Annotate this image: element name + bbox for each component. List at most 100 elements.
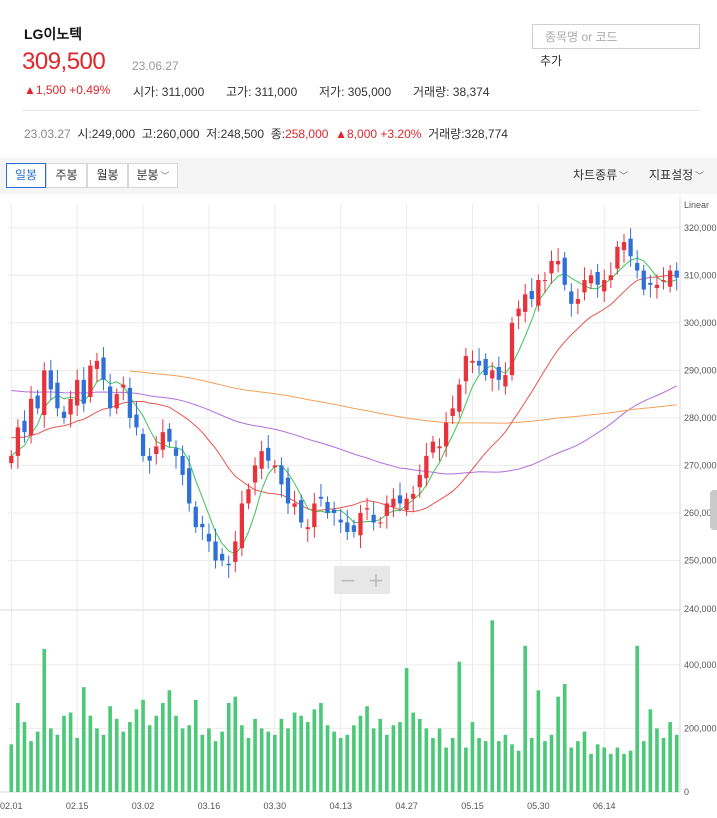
candle-body bbox=[68, 398, 73, 415]
volume-bar bbox=[29, 741, 33, 792]
tab-daily[interactable]: 일봉 bbox=[6, 163, 46, 188]
candle-body bbox=[206, 533, 212, 542]
volume-bar bbox=[431, 737, 435, 792]
volume-bar bbox=[101, 734, 106, 792]
candle-body bbox=[364, 508, 370, 510]
volume-bar bbox=[147, 725, 152, 792]
volume-bar bbox=[378, 718, 383, 792]
tab-minute[interactable]: 분봉 ﹀ bbox=[128, 163, 178, 188]
stock-chart[interactable]: Linear 320,000 310,000 300,000 290,000 280,00… bbox=[0, 198, 717, 818]
price-tick-label: 290,000 bbox=[684, 365, 717, 375]
candle-body bbox=[101, 357, 106, 380]
chart-type-label: 차트종류 bbox=[573, 168, 618, 182]
candle-body bbox=[483, 358, 488, 376]
candle-body bbox=[503, 375, 508, 387]
volume-bar bbox=[200, 734, 205, 792]
volume-bar bbox=[207, 728, 211, 792]
volume-bar bbox=[602, 747, 607, 792]
volume-bar bbox=[385, 734, 389, 792]
candle-body bbox=[338, 519, 343, 523]
candle-body bbox=[9, 455, 14, 464]
volume-bar bbox=[16, 703, 20, 792]
candle-body bbox=[397, 495, 403, 504]
candle-body bbox=[147, 455, 152, 461]
volume-bar bbox=[483, 741, 488, 792]
volume-bar bbox=[536, 690, 541, 792]
volume-bar bbox=[121, 731, 126, 792]
candle-body bbox=[318, 496, 324, 499]
volume-bar bbox=[345, 734, 350, 792]
candle-body bbox=[219, 553, 225, 561]
x-tick-label: 05.15 bbox=[461, 801, 484, 811]
volume-bar bbox=[628, 750, 633, 792]
volume-bar bbox=[279, 718, 284, 792]
candle-body bbox=[22, 420, 27, 433]
candle-body bbox=[272, 465, 277, 468]
prev-low: 저:248,500 bbox=[206, 127, 265, 141]
tab-weekly[interactable]: 주봉 bbox=[46, 163, 87, 188]
volume-bar bbox=[286, 728, 290, 792]
volume-bar bbox=[62, 715, 66, 792]
candle-body bbox=[121, 384, 126, 388]
volume-bar bbox=[332, 731, 336, 792]
volume-bar bbox=[371, 728, 376, 792]
prev-volume: 거래량:328,774 bbox=[428, 127, 508, 141]
prev-high: 고:260,000 bbox=[141, 127, 200, 141]
volume-bar bbox=[319, 703, 323, 792]
volume-bar bbox=[161, 703, 165, 792]
candle-body bbox=[154, 446, 159, 455]
volume-bar bbox=[635, 645, 639, 792]
side-panel-handle[interactable] bbox=[710, 490, 717, 530]
volume-bar bbox=[549, 734, 554, 792]
current-price: 309,500 bbox=[22, 48, 106, 75]
volume-bar bbox=[49, 728, 53, 792]
candle-body bbox=[674, 270, 679, 278]
volume-bar bbox=[543, 741, 547, 792]
search-input[interactable] bbox=[533, 25, 699, 48]
candle-body bbox=[167, 428, 172, 442]
volume-bar bbox=[42, 648, 47, 792]
candle-body bbox=[252, 465, 258, 483]
candle-body bbox=[509, 322, 515, 376]
candle-body bbox=[285, 477, 291, 504]
candle-body bbox=[667, 270, 673, 287]
volume-bar bbox=[655, 728, 659, 792]
candle-body bbox=[417, 474, 422, 488]
candle-body bbox=[595, 271, 600, 285]
candle-body bbox=[463, 356, 469, 382]
candle-body bbox=[246, 489, 251, 504]
indicator-settings-dropdown[interactable]: 지표설정 ﹀ bbox=[649, 166, 704, 183]
volume-bar bbox=[9, 744, 14, 792]
add-button[interactable]: 추가 bbox=[540, 52, 562, 69]
quote-volume: 거래량: 38,374 bbox=[413, 85, 490, 99]
zoom-controls: − + bbox=[334, 566, 390, 594]
tab-monthly[interactable]: 월봉 bbox=[87, 163, 128, 188]
price-tick-label: 280,000 bbox=[684, 413, 717, 423]
candle-body bbox=[569, 291, 574, 304]
candle-body bbox=[233, 541, 238, 562]
minus-icon: − bbox=[340, 568, 357, 592]
volume-bar bbox=[154, 715, 159, 792]
candle-body bbox=[615, 246, 620, 269]
candle-body bbox=[200, 523, 205, 528]
volume-bar bbox=[325, 725, 330, 792]
candle-body bbox=[42, 370, 47, 416]
candle-body bbox=[437, 446, 442, 449]
volume-bar bbox=[668, 722, 672, 792]
chart-type-dropdown[interactable]: 차트종류 ﹀ bbox=[573, 166, 628, 183]
candle-body bbox=[48, 370, 53, 390]
candle-body bbox=[75, 379, 80, 406]
candle-body bbox=[582, 280, 587, 293]
tab-minute-label: 분봉 bbox=[136, 168, 159, 182]
candle-body bbox=[523, 294, 528, 312]
price-tick-label: 270,000 bbox=[684, 460, 717, 470]
volume-bar bbox=[226, 703, 231, 792]
candle-body bbox=[555, 261, 561, 265]
candle-body bbox=[529, 290, 534, 300]
candle-body bbox=[127, 387, 133, 418]
price-date: 23.06.27 bbox=[132, 59, 179, 73]
candle-body bbox=[213, 541, 218, 561]
volume-bar bbox=[187, 725, 191, 792]
divider bbox=[22, 110, 700, 111]
candle-body bbox=[404, 498, 409, 511]
